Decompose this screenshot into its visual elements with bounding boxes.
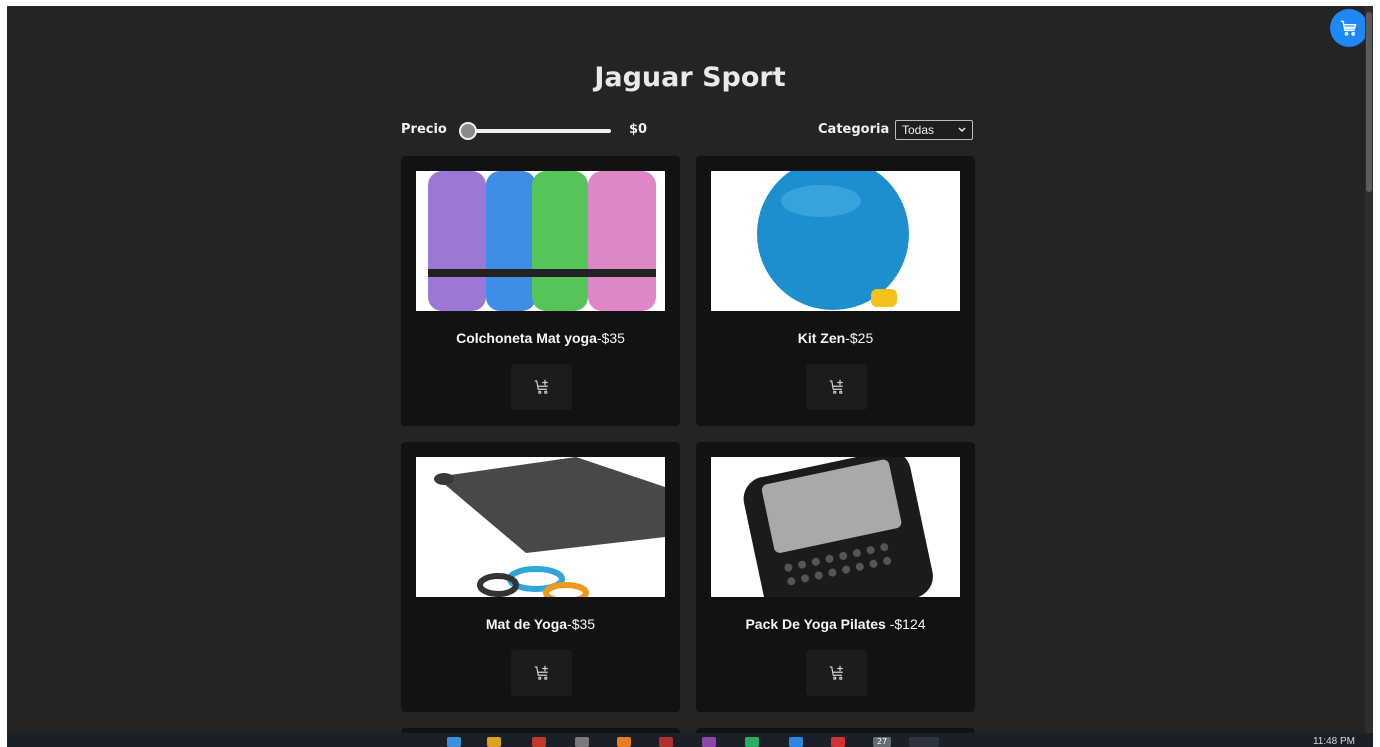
add-to-cart-button[interactable] bbox=[806, 364, 867, 410]
product-name: Colchoneta Mat yoga bbox=[456, 330, 597, 346]
cart-icon bbox=[1340, 20, 1357, 36]
cart-plus-icon bbox=[534, 665, 548, 680]
product-name: Pack De Yoga Pilates bbox=[745, 616, 890, 632]
app-icon[interactable] bbox=[659, 737, 673, 747]
phone-keyboard-image bbox=[711, 457, 960, 597]
add-to-cart-button[interactable] bbox=[511, 650, 572, 696]
app-icon[interactable] bbox=[575, 737, 589, 747]
product-price: -$25 bbox=[845, 330, 874, 346]
add-to-cart-button[interactable] bbox=[806, 650, 867, 696]
filter-bar: Precio $0 Categoria Todas bbox=[7, 119, 1373, 143]
price-label: Precio bbox=[401, 122, 447, 137]
page-scrollbar[interactable] bbox=[1365, 6, 1373, 733]
product-name: Mat de Yoga bbox=[485, 616, 568, 632]
app-icon[interactable] bbox=[702, 737, 716, 747]
product-title: Pack De Yoga Pilates -$124 bbox=[696, 616, 975, 632]
fitness-ball-image bbox=[711, 171, 960, 311]
cart-plus-icon bbox=[534, 379, 548, 394]
app-icon[interactable] bbox=[617, 737, 631, 747]
category-select[interactable]: Todas bbox=[895, 120, 973, 140]
notification-badge[interactable]: 27 bbox=[873, 737, 891, 747]
product-title: Mat de Yoga-$35 bbox=[401, 616, 680, 632]
product-price: -$124 bbox=[889, 616, 926, 632]
cart-plus-icon bbox=[829, 379, 843, 394]
product-name: Kit Zen bbox=[797, 330, 846, 346]
scrollbar-thumb[interactable] bbox=[1366, 12, 1372, 192]
product-title: Kit Zen-$25 bbox=[696, 330, 975, 346]
product-card: Mat de Yoga-$35 bbox=[401, 442, 680, 712]
product-card: Colchoneta Mat yoga-$35 bbox=[401, 156, 680, 426]
product-price: -$35 bbox=[567, 616, 596, 632]
cart-plus-icon bbox=[829, 665, 843, 680]
add-to-cart-button[interactable] bbox=[511, 364, 572, 410]
os-taskbar: 27 11:48 PM bbox=[7, 733, 1373, 747]
app-icon[interactable] bbox=[909, 737, 939, 747]
app-window: Jaguar Sport Precio $0 Categoria Todas C… bbox=[7, 6, 1373, 733]
product-title: Colchoneta Mat yoga-$35 bbox=[401, 330, 680, 346]
product-price: -$35 bbox=[596, 330, 625, 346]
yoga-mat-bands-image bbox=[416, 457, 665, 597]
product-card: Pack De Yoga Pilates -$124 bbox=[696, 442, 975, 712]
app-icon[interactable] bbox=[532, 737, 546, 747]
file-explorer-icon[interactable] bbox=[487, 737, 501, 747]
app-icon[interactable] bbox=[831, 737, 845, 747]
app-icon[interactable] bbox=[789, 737, 803, 747]
category-label: Categoria bbox=[818, 122, 890, 137]
yoga-mats-image bbox=[416, 171, 665, 311]
cart-button[interactable] bbox=[1330, 9, 1368, 47]
taskbar-clock[interactable]: 11:48 PM bbox=[1313, 736, 1355, 747]
app-icon[interactable] bbox=[745, 737, 759, 747]
windows-start-icon[interactable] bbox=[447, 737, 461, 747]
chevron-down-icon bbox=[958, 127, 966, 133]
product-card: Kit Zen-$25 bbox=[696, 156, 975, 426]
page-title: Jaguar Sport bbox=[594, 62, 786, 93]
price-slider[interactable] bbox=[459, 122, 611, 140]
category-selected-value: Todas bbox=[902, 123, 935, 137]
price-value: $0 bbox=[629, 122, 648, 137]
price-slider-thumb[interactable] bbox=[459, 122, 477, 140]
price-slider-track bbox=[467, 129, 611, 133]
